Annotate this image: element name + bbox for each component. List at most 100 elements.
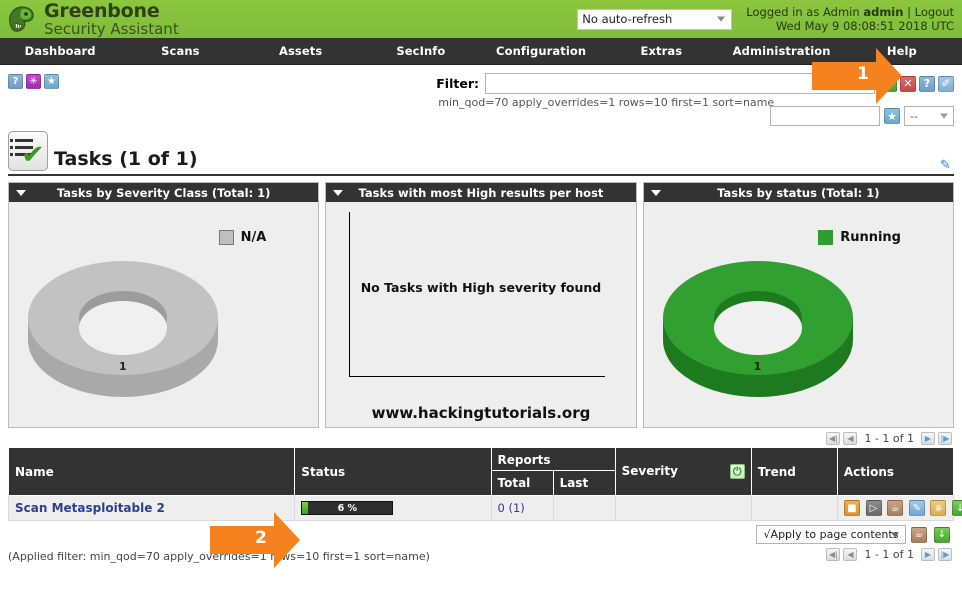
task-progress-label: 6 % [337,502,358,514]
cell-reports-last [552,495,616,521]
card-body: No Tasks with High severity found www.ha… [326,202,635,428]
bulk-export-icon[interactable]: ↓ [934,526,950,543]
card-body: Running 1 [644,202,953,428]
next-page-icon[interactable]: ▶ [921,548,935,561]
first-page-icon[interactable]: ◀| [826,548,841,561]
task-name-link[interactable]: Scan Metasploitable 2 [15,501,165,515]
cell-severity [614,495,752,521]
prev-page-icon[interactable]: ◀ [843,432,858,445]
pagination-range: 1 - 1 of 1 [864,432,914,445]
auto-refresh-select[interactable]: No auto-refresh [577,8,733,30]
prev-page-icon[interactable]: ◀ [843,548,858,561]
named-filter-select[interactable]: -- [904,106,954,126]
table-pagination-bottom: ◀| ◀ 1 - 1 of 1 ▶ |▶ [818,544,962,563]
power-toggle-icon[interactable]: ⏻ [729,464,745,479]
chevron-down-icon [717,16,726,22]
edit-dashboard-icon[interactable]: ✎ [940,158,954,173]
cell-trend [750,495,838,521]
next-page-icon[interactable]: ▶ [921,432,935,445]
watermark-text: www.hackingtutorials.org [371,404,591,422]
column-header-reports-total[interactable]: Total [490,470,554,496]
page-root: Greenbone Security Assistant No auto-ref… [0,0,962,597]
callout-arrow-1: 1 [812,48,902,104]
cell-actions: ■ ▷ ☕ ✎ ⎈ ↓ [836,495,962,521]
wizard-icon[interactable]: ✳ [26,74,41,89]
logout-link[interactable]: Logout [915,5,954,19]
help-icon[interactable]: ? [8,74,23,89]
apply-to-page-select[interactable]: √Apply to page contents [756,525,906,544]
column-header-name[interactable]: Name [7,447,296,496]
card-header[interactable]: Tasks with most High results per host [326,183,636,202]
column-header-trend[interactable]: Trend [750,447,838,496]
chevron-down-icon[interactable] [16,189,26,196]
column-header-severity-label: Severity [621,464,678,478]
tasks-list-icon: ✔ [8,131,48,171]
edit-task-icon[interactable]: ✎ [908,500,925,516]
callout-number-1: 1 [857,64,869,84]
reset-filter-icon[interactable]: ✕ [900,75,916,92]
bulk-delete-icon[interactable]: ☕ [911,526,927,543]
export-task-icon[interactable]: ↓ [952,500,962,516]
page-title: Tasks (1 of 1) [54,148,198,170]
table-header-row: Name Status Reports ⏻ Severity Trend Act… [7,447,955,496]
title-divider: ✎ [8,158,954,176]
nav-item-configuration[interactable]: Configuration [481,38,601,64]
dragon-logo-icon [6,3,40,35]
logged-in-prefix: Logged in as [746,5,820,19]
bulk-actions-row: √Apply to page contents ☕ ↓ [0,521,962,544]
first-page-icon[interactable]: ◀| [826,432,841,445]
chevron-down-icon[interactable] [333,189,344,196]
dashboard-card-status: Tasks by status (Total: 1) Running 1 [642,182,954,428]
clone-task-icon[interactable]: ⎈ [930,500,947,516]
nav-item-dashboard[interactable]: Dashboard [0,38,120,64]
server-datetime: Wed May 9 08:08:51 2018 UTC [775,19,954,33]
star-icon[interactable]: ★ [44,74,59,89]
last-page-icon[interactable]: |▶ [938,548,952,561]
cell-reports-total: 0 (1) [490,495,554,521]
donut-chart-status: 1 [658,240,858,415]
filter-name-input[interactable] [770,106,880,126]
empty-chart-message: No Tasks with High severity found [360,280,602,295]
apply-to-page-label: √Apply to page contents [763,528,899,541]
card-header[interactable]: Tasks by status (Total: 1) [643,183,953,202]
named-filter-value: -- [910,109,918,123]
username: admin [863,5,904,19]
callout-arrow-2: 2 [210,512,300,568]
dashboard-card-severity-class: Tasks by Severity Class (Total: 1) N/A 1 [8,182,320,428]
resume-task-icon[interactable]: ▷ [865,500,882,516]
task-progress-bar: 6 % [301,501,394,516]
table-row: Scan Metasploitable 2 6 % 0 (1) ■ ▷ ☕ ✎ … [7,495,962,521]
save-filter-icon[interactable]: ★ [884,108,900,124]
donut-value-label: 1 [753,360,762,373]
filter-help-icon[interactable]: ? [919,75,935,92]
delete-task-icon[interactable]: ☕ [887,500,904,516]
column-header-reports-last[interactable]: Last [552,470,616,496]
column-header-severity[interactable]: ⏻ Severity [614,447,752,496]
tasks-table: Name Status Reports ⏻ Severity Trend Act… [7,447,962,521]
nav-item-secinfo[interactable]: SecInfo [361,38,481,64]
card-title: Tasks by status (Total: 1) [717,185,880,200]
column-header-actions: Actions [836,447,955,496]
edit-filter-icon[interactable]: ✐ [938,75,954,92]
card-header[interactable]: Tasks by Severity Class (Total: 1) [9,183,319,202]
login-info: Logged in as Admin admin | Logout Wed Ma… [746,5,954,33]
dashboard-row: Tasks by Severity Class (Total: 1) N/A 1 [0,176,962,428]
donut-chart-severity: 1 [23,240,223,415]
reports-total-link[interactable]: 0 (1) [498,501,525,515]
donut-value-label: 1 [119,360,127,373]
brand-subtitle: Security Assistant [44,19,179,38]
nav-item-scans[interactable]: Scans [120,38,240,64]
nav-item-extras[interactable]: Extras [601,38,721,64]
stop-task-icon[interactable]: ■ [843,500,860,516]
chevron-down-icon [940,113,948,119]
nav-item-assets[interactable]: Assets [241,38,361,64]
table-pagination-top: ◀| ◀ 1 - 1 of 1 ▶ |▶ [0,428,962,447]
user-role: Admin [823,5,860,19]
login-separator: | [907,5,911,19]
callout-number-2: 2 [255,528,267,548]
chevron-down-icon[interactable] [650,189,661,196]
card-body: N/A 1 [9,202,318,428]
last-page-icon[interactable]: |▶ [938,432,952,445]
column-header-status[interactable]: Status [294,447,492,496]
brand: Greenbone Security Assistant [0,1,179,38]
